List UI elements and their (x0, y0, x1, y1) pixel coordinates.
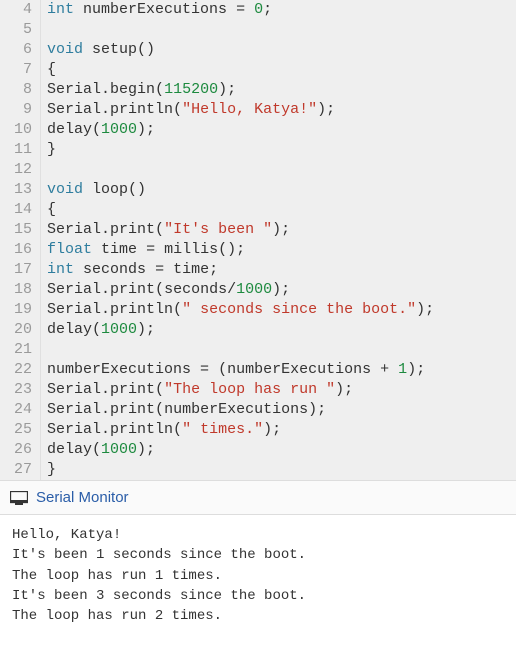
line-number: 26 (0, 440, 32, 460)
code-line[interactable]: delay(1000); (47, 440, 516, 460)
line-number: 7 (0, 60, 32, 80)
line-number: 8 (0, 80, 32, 100)
code-line[interactable] (47, 340, 516, 360)
code-line[interactable]: } (47, 140, 516, 160)
line-number: 24 (0, 400, 32, 420)
serial-monitor-output[interactable]: Hello, Katya! It's been 1 seconds since … (0, 515, 516, 636)
serial-monitor-header[interactable]: Serial Monitor (0, 481, 516, 515)
code-line[interactable]: void setup() (47, 40, 516, 60)
code-line[interactable]: delay(1000); (47, 320, 516, 340)
line-number: 20 (0, 320, 32, 340)
code-line[interactable]: Serial.println(" times."); (47, 420, 516, 440)
code-line[interactable]: Serial.print(numberExecutions); (47, 400, 516, 420)
code-line[interactable]: float time = millis(); (47, 240, 516, 260)
line-number: 23 (0, 380, 32, 400)
serial-monitor-title: Serial Monitor (36, 489, 129, 506)
line-number: 6 (0, 40, 32, 60)
code-line[interactable]: Serial.begin(115200); (47, 80, 516, 100)
code-line[interactable]: { (47, 60, 516, 80)
code-line[interactable]: Serial.print("It's been "); (47, 220, 516, 240)
serial-monitor-icon (10, 491, 28, 505)
code-line[interactable]: Serial.println(" seconds since the boot.… (47, 300, 516, 320)
code-line[interactable]: void loop() (47, 180, 516, 200)
code-area[interactable]: int numberExecutions = 0; void setup(){S… (40, 0, 516, 480)
code-line[interactable]: Serial.print("The loop has run "); (47, 380, 516, 400)
line-number: 18 (0, 280, 32, 300)
code-line[interactable]: int numberExecutions = 0; (47, 0, 516, 20)
code-line[interactable]: } (47, 460, 516, 480)
line-number-gutter: 4567891011121314151617181920212223242526… (0, 0, 40, 480)
line-number: 22 (0, 360, 32, 380)
line-number: 19 (0, 300, 32, 320)
line-number: 14 (0, 200, 32, 220)
line-number: 13 (0, 180, 32, 200)
line-number: 15 (0, 220, 32, 240)
line-number: 12 (0, 160, 32, 180)
code-line[interactable]: Serial.print(seconds/1000); (47, 280, 516, 300)
line-number: 27 (0, 460, 32, 480)
line-number: 25 (0, 420, 32, 440)
line-number: 10 (0, 120, 32, 140)
line-number: 9 (0, 100, 32, 120)
code-line[interactable]: Serial.println("Hello, Katya!"); (47, 100, 516, 120)
line-number: 5 (0, 20, 32, 40)
line-number: 11 (0, 140, 32, 160)
line-number: 4 (0, 0, 32, 20)
code-line[interactable]: { (47, 200, 516, 220)
code-line[interactable]: delay(1000); (47, 120, 516, 140)
code-line[interactable] (47, 160, 516, 180)
code-line[interactable] (47, 20, 516, 40)
line-number: 17 (0, 260, 32, 280)
code-editor[interactable]: 4567891011121314151617181920212223242526… (0, 0, 516, 481)
line-number: 16 (0, 240, 32, 260)
code-line[interactable]: int seconds = time; (47, 260, 516, 280)
code-line[interactable]: numberExecutions = (numberExecutions + 1… (47, 360, 516, 380)
line-number: 21 (0, 340, 32, 360)
